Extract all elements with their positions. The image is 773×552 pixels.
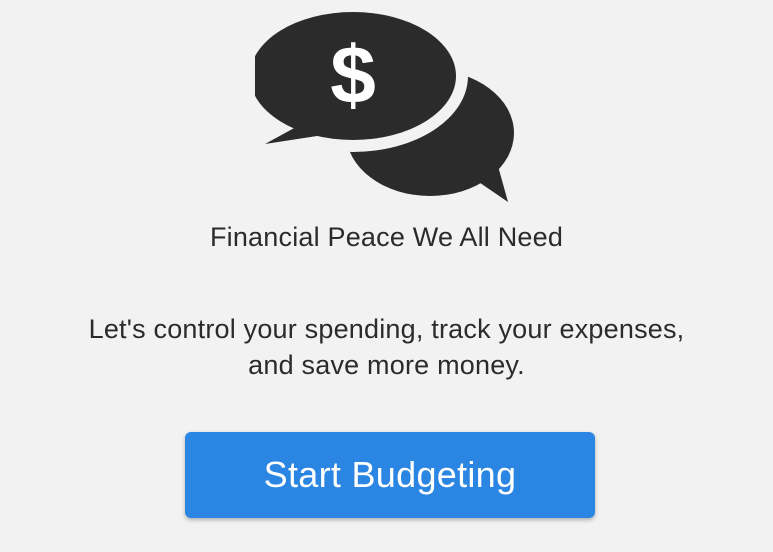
description-line-2: and save more money. [248, 350, 525, 380]
start-budgeting-button[interactable]: Start Budgeting [185, 432, 595, 518]
dollar-symbol: $ [330, 30, 376, 121]
description: Let's control your spending, track your … [0, 311, 773, 383]
tagline: Financial Peace We All Need [209, 222, 564, 252]
description-line-1: Let's control your spending, track your … [88, 314, 685, 344]
welcome-screen: $ Financial Peace We All Need Let's cont… [0, 0, 773, 552]
speech-bubbles-dollar-icon: $ [238, 0, 520, 206]
